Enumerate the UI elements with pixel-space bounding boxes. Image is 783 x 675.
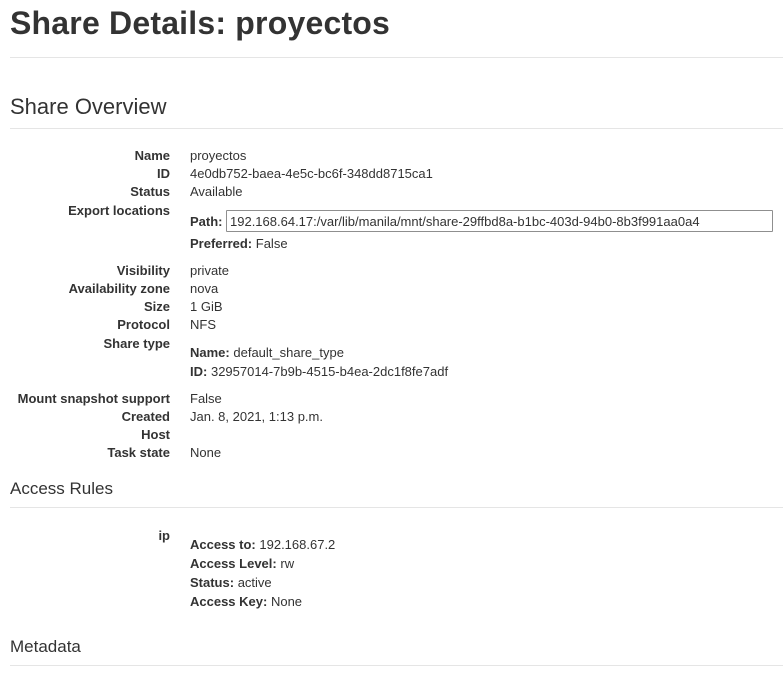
protocol-label: Protocol bbox=[117, 317, 170, 332]
share-type-name-value: default_share_type bbox=[233, 345, 344, 360]
path-label: Path: bbox=[190, 214, 223, 229]
access-key-value: None bbox=[270, 594, 303, 609]
share-type-label: Share type bbox=[103, 336, 170, 351]
access-to-value: 192.168.67.2 bbox=[259, 537, 336, 552]
access-level-value: rw bbox=[280, 556, 295, 571]
mount-snapshot-label: Mount snapshot support bbox=[17, 391, 170, 406]
visibility-label: Visibility bbox=[116, 263, 170, 278]
access-key-row: Access Key: None bbox=[190, 593, 302, 611]
export-locations-label: Export locations bbox=[68, 203, 170, 218]
preferred-value: False bbox=[255, 236, 288, 251]
access-to-label: Access to: bbox=[190, 537, 256, 552]
access-level-row: Access Level: rw bbox=[190, 555, 294, 573]
access-rule-type: ip bbox=[158, 528, 170, 543]
export-path-field[interactable] bbox=[226, 210, 773, 232]
title-divider bbox=[10, 57, 783, 58]
page-title: Share Details: proyectos bbox=[10, 5, 391, 41]
size-value: 1 GiB bbox=[190, 299, 223, 314]
overview-divider bbox=[10, 128, 783, 129]
visibility-value: private bbox=[190, 263, 230, 278]
share-type-id-label: ID: bbox=[190, 364, 208, 379]
share-type-name-row: Name: default_share_type bbox=[190, 344, 344, 362]
created-label: Created bbox=[121, 409, 170, 424]
share-type-id-row: ID: 32957014-7b9b-4515-b4ea-2dc1f8fe7adf bbox=[190, 363, 448, 381]
status-label: Status bbox=[130, 184, 170, 199]
availability-zone-value: nova bbox=[190, 281, 219, 296]
access-rules-heading: Access Rules bbox=[10, 479, 113, 498]
access-status-row: Status: active bbox=[190, 574, 272, 592]
access-level-label: Access Level: bbox=[190, 556, 277, 571]
created-value: Jan. 8, 2021, 1:13 p.m. bbox=[190, 409, 323, 424]
share-type-name-label: Name: bbox=[190, 345, 230, 360]
name-value: proyectos bbox=[190, 148, 247, 163]
metadata-heading: Metadata bbox=[10, 637, 81, 656]
status-value: Available bbox=[190, 184, 243, 199]
size-label: Size bbox=[143, 299, 170, 314]
share-type-id-value: 32957014-7b9b-4515-b4ea-2dc1f8fe7adf bbox=[210, 364, 449, 379]
name-label: Name bbox=[134, 148, 170, 163]
metadata-divider bbox=[10, 665, 783, 666]
id-label: ID bbox=[157, 166, 170, 181]
protocol-value: NFS bbox=[190, 317, 216, 332]
preferred-label: Preferred: bbox=[190, 236, 253, 251]
id-value: 4e0db752-baea-4e5c-bc6f-348dd8715ca1 bbox=[190, 166, 433, 181]
access-to-row: Access to: 192.168.67.2 bbox=[190, 536, 335, 554]
host-label: Host bbox=[141, 427, 170, 442]
availability-zone-label: Availability zone bbox=[68, 281, 170, 296]
share-overview-heading: Share Overview bbox=[10, 94, 167, 119]
mount-snapshot-value: False bbox=[190, 391, 222, 406]
access-rules-divider bbox=[10, 507, 783, 508]
task-state-value: None bbox=[190, 445, 222, 460]
access-status-value: active bbox=[237, 575, 272, 590]
task-state-label: Task state bbox=[107, 445, 170, 460]
preferred-row: Preferred: False bbox=[190, 235, 288, 253]
access-status-label: Status: bbox=[190, 575, 235, 590]
access-key-label: Access Key: bbox=[190, 594, 268, 609]
